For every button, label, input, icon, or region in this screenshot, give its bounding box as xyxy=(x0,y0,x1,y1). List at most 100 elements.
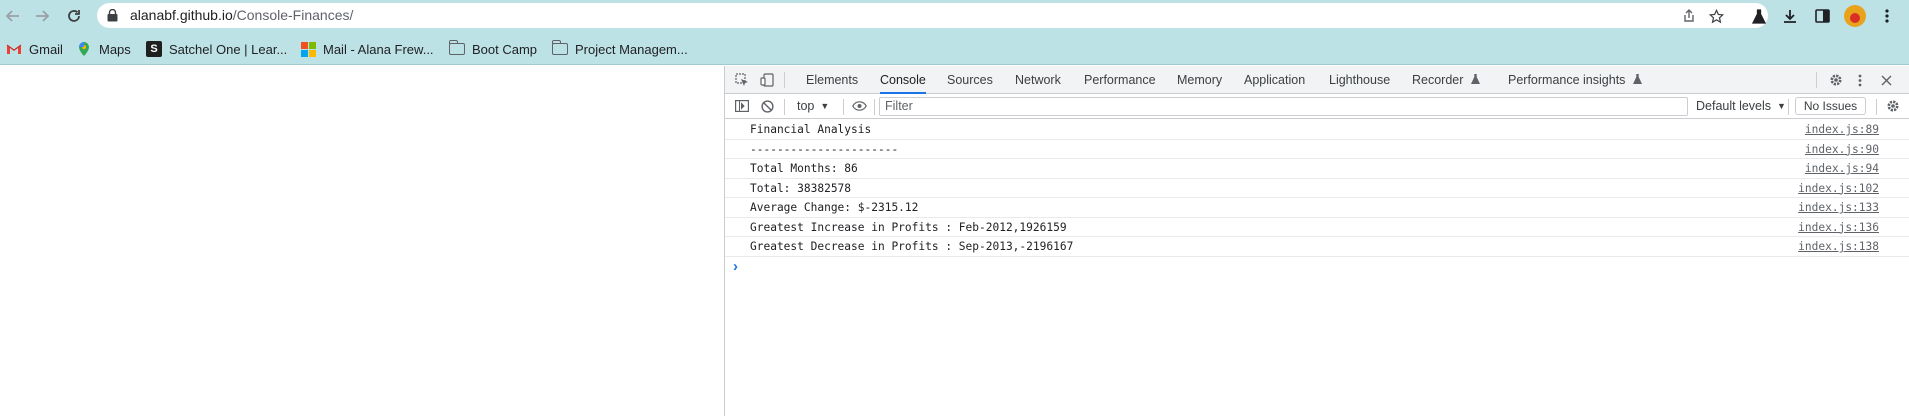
devtools-tab-strip: Elements Console Sources Network Perform… xyxy=(725,66,1909,94)
device-toolbar-icon[interactable] xyxy=(758,71,776,89)
back-button[interactable] xyxy=(0,3,26,29)
message-text: Greatest Increase in Profits : Feb-2012,… xyxy=(750,220,1067,234)
source-link[interactable]: index.js:102 xyxy=(1798,182,1879,195)
source-link[interactable]: index.js:133 xyxy=(1798,201,1879,214)
bookmark-gmail[interactable]: Gmail xyxy=(6,40,63,58)
source-link[interactable]: index.js:89 xyxy=(1805,123,1879,136)
close-icon[interactable] xyxy=(1877,71,1895,89)
divider xyxy=(874,99,875,115)
tab-elements[interactable]: Elements xyxy=(806,66,858,94)
message-text: ---------------------- xyxy=(750,142,899,156)
divider xyxy=(784,99,785,115)
source-link[interactable]: index.js:90 xyxy=(1805,143,1879,156)
flask-icon xyxy=(1632,74,1642,84)
url-text: alanabf.github.io/Console-Finances/ xyxy=(130,7,353,23)
download-icon[interactable] xyxy=(1779,5,1801,27)
bookmark-label: Mail - Alana Frew... xyxy=(323,41,434,57)
log-levels-dropdown[interactable]: Default levels ▼ xyxy=(1696,97,1786,115)
tab-sources[interactable]: Sources xyxy=(947,66,993,94)
divider xyxy=(843,99,844,115)
console-log: Financial Analysis index.js:89 ---------… xyxy=(725,120,1909,277)
star-icon[interactable] xyxy=(1707,7,1725,25)
url-host: alanabf.github.io xyxy=(130,7,233,23)
bookmark-maps[interactable]: Maps xyxy=(76,40,131,58)
console-prompt[interactable]: › xyxy=(725,257,1909,277)
forward-button[interactable] xyxy=(29,3,55,29)
context-label: top xyxy=(797,99,815,113)
labs-flask-icon[interactable] xyxy=(1748,5,1770,27)
microsoft-icon xyxy=(300,41,316,57)
gmail-icon xyxy=(6,41,22,57)
bookmark-mail[interactable]: Mail - Alana Frew... xyxy=(300,40,434,58)
url-path: /Console-Finances/ xyxy=(232,7,354,23)
tab-performance[interactable]: Performance xyxy=(1084,66,1156,94)
share-icon[interactable] xyxy=(1680,7,1698,25)
profile-avatar[interactable] xyxy=(1844,5,1866,27)
console-message: Average Change: $-2315.12 index.js:133 xyxy=(725,198,1909,218)
tab-performance-insights[interactable]: Performance insights xyxy=(1508,66,1642,94)
eye-icon[interactable] xyxy=(850,97,868,115)
triangle-down-icon: ▼ xyxy=(1777,101,1786,111)
arrow-left-icon xyxy=(5,10,19,22)
tab-memory[interactable]: Memory xyxy=(1177,66,1222,94)
tab-label: Recorder xyxy=(1412,73,1464,87)
bookmark-project-management[interactable]: Project Managem... xyxy=(551,40,688,58)
tab-network[interactable]: Network xyxy=(1015,66,1061,94)
side-panel-icon[interactable] xyxy=(1811,5,1833,27)
bookmark-satchel[interactable]: S Satchel One | Lear... xyxy=(146,40,287,58)
kebab-menu-icon[interactable] xyxy=(1876,5,1898,27)
bookmark-label: Gmail xyxy=(29,41,63,57)
console-message: Total Months: 86 index.js:94 xyxy=(725,159,1909,179)
context-selector[interactable]: top ▼ xyxy=(797,97,829,115)
tab-application[interactable]: Application xyxy=(1244,66,1305,94)
devtools-panel: Elements Console Sources Network Perform… xyxy=(724,66,1909,416)
bookmarks-bar: Gmail Maps S Satchel One | Lear... Mail … xyxy=(0,32,1909,65)
levels-label: Default levels xyxy=(1696,99,1772,113)
flask-icon xyxy=(1470,74,1480,84)
triangle-down-icon: ▼ xyxy=(820,101,830,111)
source-link[interactable]: index.js:138 xyxy=(1798,240,1879,253)
console-message: Greatest Decrease in Profits : Sep-2013,… xyxy=(725,237,1909,257)
message-text: Average Change: $-2315.12 xyxy=(750,201,919,214)
bookmark-label: Satchel One | Lear... xyxy=(169,41,288,57)
bookmark-boot-camp[interactable]: Boot Camp xyxy=(448,40,538,58)
reload-button[interactable] xyxy=(61,3,87,29)
folder-icon xyxy=(551,40,568,55)
bookmark-label: Maps xyxy=(99,41,131,57)
filter-input[interactable]: Filter xyxy=(879,97,1688,116)
settings-gear-icon[interactable] xyxy=(1827,71,1845,89)
bookmark-label: Project Managem... xyxy=(575,41,688,57)
tab-console[interactable]: Console xyxy=(880,66,926,94)
arrow-right-icon xyxy=(36,10,50,22)
maps-icon xyxy=(76,41,92,57)
more-options-icon[interactable] xyxy=(1851,71,1869,89)
tab-lighthouse[interactable]: Lighthouse xyxy=(1329,66,1390,94)
message-text: Financial Analysis xyxy=(750,123,872,136)
divider xyxy=(1816,72,1817,88)
bookmark-label: Boot Camp xyxy=(472,41,538,57)
satchel-icon: S xyxy=(146,41,162,57)
divider xyxy=(1788,99,1789,115)
reload-icon xyxy=(68,10,80,22)
inspect-element-icon[interactable] xyxy=(733,71,751,89)
console-message: Greatest Increase in Profits : Feb-2012,… xyxy=(725,218,1909,237)
sidebar-toggle-icon[interactable] xyxy=(733,97,751,115)
page-content xyxy=(0,66,724,416)
message-text: Greatest Decrease in Profits : Sep-2013,… xyxy=(750,240,1074,253)
clear-console-icon[interactable] xyxy=(758,97,776,115)
source-link[interactable]: index.js:136 xyxy=(1798,221,1879,234)
message-text: Total Months: 86 xyxy=(750,162,858,175)
tab-recorder[interactable]: Recorder xyxy=(1412,66,1480,94)
chevron-right-icon: › xyxy=(733,257,738,275)
folder-icon xyxy=(448,40,465,55)
console-toolbar: top ▼ Filter Default levels ▼ No Issues xyxy=(725,94,1909,119)
divider xyxy=(1876,99,1877,115)
console-message: ---------------------- index.js:90 xyxy=(725,140,1909,159)
tab-label: Performance insights xyxy=(1508,73,1626,87)
issues-button[interactable]: No Issues xyxy=(1795,97,1866,115)
browser-toolbar: alanabf.github.io/Console-Finances/ xyxy=(0,0,1909,32)
address-bar[interactable]: alanabf.github.io/Console-Finances/ xyxy=(97,3,1768,28)
divider xyxy=(784,72,785,88)
console-settings-gear-icon[interactable] xyxy=(1884,97,1902,115)
source-link[interactable]: index.js:94 xyxy=(1805,162,1879,175)
